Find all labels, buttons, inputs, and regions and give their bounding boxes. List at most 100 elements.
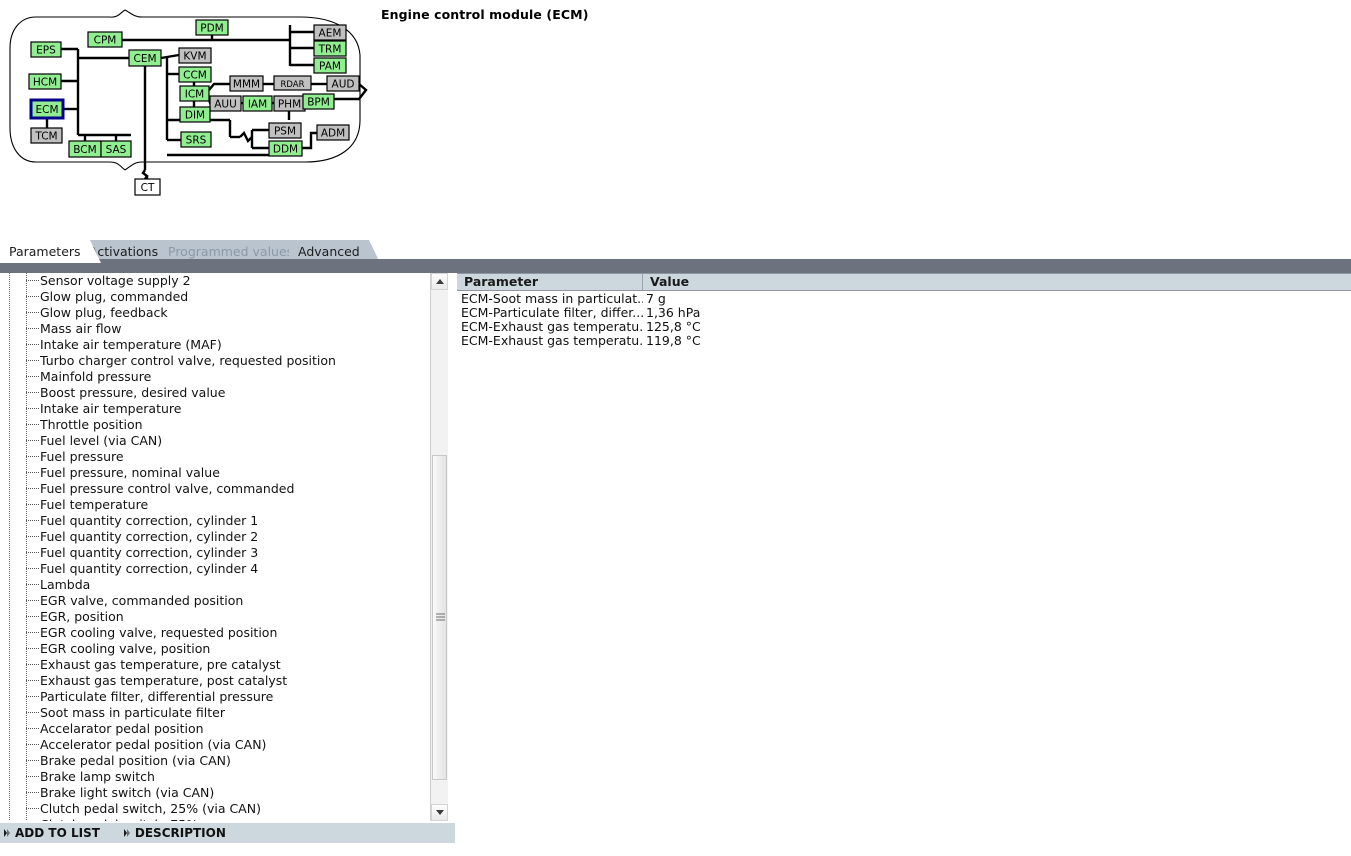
tree-guide-icon [26,504,39,506]
tree-guide-icon [26,536,39,538]
network-node-label: CT [141,182,155,194]
tree-item[interactable]: Brake lamp switch [0,769,430,785]
double-chevron-right-icon [4,828,10,838]
add-to-list-button[interactable]: ADD TO LIST [0,823,106,843]
tree-item-label: Brake lamp switch [40,769,155,784]
network-node-label: AUD [332,79,355,91]
tree-item[interactable]: Soot mass in particulate filter [0,705,430,721]
network-node-label: DDM [273,144,298,156]
tree-item[interactable]: Exhaust gas temperature, post catalyst [0,673,430,689]
tree-item[interactable]: Glow plug, commanded [0,289,430,305]
tree-item-label: EGR cooling valve, position [40,641,211,656]
table-row[interactable]: ECM-Exhaust gas temperatu... 119,8 °C [457,334,1351,348]
table-row[interactable]: ECM-Soot mass in particulat... 7 g [457,292,1351,306]
tree-item[interactable]: Fuel quantity correction, cylinder 4 [0,561,430,577]
scrollbar-down-button[interactable] [431,804,448,821]
tree-item-label: Accelarator pedal position [40,721,204,736]
tree-guide-icon [26,600,39,602]
tree-item-label: Particulate filter, differential pressur… [40,689,274,704]
tree-item-label: Fuel pressure, nominal value [40,465,220,480]
tree-item-label: Fuel quantity correction, cylinder 4 [40,561,259,576]
table-row[interactable]: ECM-Exhaust gas temperatu... 125,8 °C [457,320,1351,334]
tree-item[interactable]: EGR, position [0,609,430,625]
tree-item[interactable]: Clutch pedal switch, 75% [0,817,430,821]
tree-guide-icon [26,392,39,394]
tree-guide-icon [26,312,39,314]
network-node-label: AEM [319,28,342,40]
network-node-label: KVM [183,51,206,63]
tree-guide-icon [26,552,39,554]
value-table-body[interactable]: ECM-Soot mass in particulat... 7 g ECM-Par… [457,292,1351,348]
tree-guide-icon [26,760,39,762]
tree-item-label: Fuel temperature [40,497,149,512]
tree-item[interactable]: Fuel quantity correction, cylinder 1 [0,513,430,529]
tree-item[interactable]: Intake air temperature [0,401,430,417]
tree-item[interactable]: Fuel pressure control valve, commanded [0,481,430,497]
tree-item[interactable]: Brake light switch (via CAN) [0,785,430,801]
tree-guide-icon [26,792,39,794]
tree-item[interactable]: Fuel pressure, nominal value [0,465,430,481]
column-header-value[interactable]: Value [643,274,1351,290]
tree-item-label: Fuel pressure [40,449,124,464]
tree-item-label: Fuel quantity correction, cylinder 1 [40,513,259,528]
tree-item-label: EGR, position [40,609,124,624]
tree-guide-icon [26,488,39,490]
tree-item-label: Brake pedal position (via CAN) [40,753,231,768]
tree-item[interactable]: Mainfold pressure [0,369,430,385]
vehicle-network-diagram[interactable]: PDM CPM AEM TRM PAM EPS CEM KVM HCM CCM MMM RDAR AUD… [0,0,375,205]
tree-guide-icon [26,280,39,282]
tree-item-label: Sensor voltage supply 2 [40,273,191,288]
tree-item-label: Intake air temperature (MAF) [40,337,222,352]
tree-item[interactable]: Accelarator pedal position [0,721,430,737]
tree-item[interactable]: Fuel quantity correction, cylinder 2 [0,529,430,545]
tree-item[interactable]: Accelerator pedal position (via CAN) [0,737,430,753]
column-header-parameter[interactable]: Parameter [457,274,643,290]
tree-item-label: Mainfold pressure [40,369,152,384]
tree-guide-icon [26,472,39,474]
tab-parameters[interactable]: Parameters [0,240,101,263]
tree-item[interactable]: Fuel pressure [0,449,430,465]
network-node-label: CPM [94,35,117,47]
table-cell-parameter: ECM-Particulate filter, differ... [461,306,643,320]
tree-guide-icon [26,664,39,666]
tree-item[interactable]: Turbo charger control valve, requested p… [0,353,430,369]
network-node-label: AUU [214,99,237,111]
network-node-label: DIM [185,110,205,122]
tree-item[interactable]: Sensor voltage supply 2 [0,273,430,289]
tree-item[interactable]: Fuel temperature [0,497,430,513]
table-row[interactable]: ECM-Particulate filter, differ... 1,36 hP… [457,306,1351,320]
tree-item[interactable]: Boost pressure, desired value [0,385,430,401]
parameter-tree-scrollbar[interactable] [430,273,448,821]
tree-item[interactable]: Lambda [0,577,430,593]
tree-item-label: Fuel quantity correction, cylinder 3 [40,545,259,560]
network-node-label: MMM [233,79,260,91]
tree-item[interactable]: Exhaust gas temperature, pre catalyst [0,657,430,673]
tree-item[interactable]: Mass air flow [0,321,430,337]
tree-guide-icon [26,360,39,362]
table-cell-value: 119,8 °C [646,333,701,348]
tree-item[interactable]: Clutch pedal switch, 25% (via CAN) [0,801,430,817]
description-button[interactable]: DESCRIPTION [120,823,232,843]
parameter-tree-panel[interactable]: Sensor voltage supply 2 Glow plug, comman… [0,273,430,821]
tree-item[interactable]: EGR valve, commanded position [0,593,430,609]
add-to-list-label: ADD TO LIST [15,826,100,840]
tree-item[interactable]: Intake air temperature (MAF) [0,337,430,353]
scrollbar-thumb[interactable] [432,455,447,780]
tree-guide-icon [26,616,39,618]
tree-item[interactable]: EGR cooling valve, position [0,641,430,657]
tree-item[interactable]: Glow plug, feedback [0,305,430,321]
parameter-tree-list[interactable]: Sensor voltage supply 2 Glow plug, comman… [0,273,430,821]
tree-item[interactable]: Particulate filter, differential pressur… [0,689,430,705]
scrollbar-up-button[interactable] [431,273,448,290]
tree-item[interactable]: Brake pedal position (via CAN) [0,753,430,769]
tree-item[interactable]: Fuel level (via CAN) [0,433,430,449]
tree-item[interactable]: EGR cooling valve, requested position [0,625,430,641]
value-table-header-row: Parameter Value [457,273,1351,291]
tree-item-label: Glow plug, feedback [40,305,168,320]
table-cell-parameter: ECM-Soot mass in particulat... [461,292,643,306]
tree-item[interactable]: Throttle position [0,417,430,433]
bottom-bar-filler [455,823,1351,843]
tree-item[interactable]: Fuel quantity correction, cylinder 3 [0,545,430,561]
tree-item-label: Fuel quantity correction, cylinder 2 [40,529,259,544]
value-table-panel[interactable]: Parameter Value ECM-Soot mass in particu… [457,273,1351,821]
